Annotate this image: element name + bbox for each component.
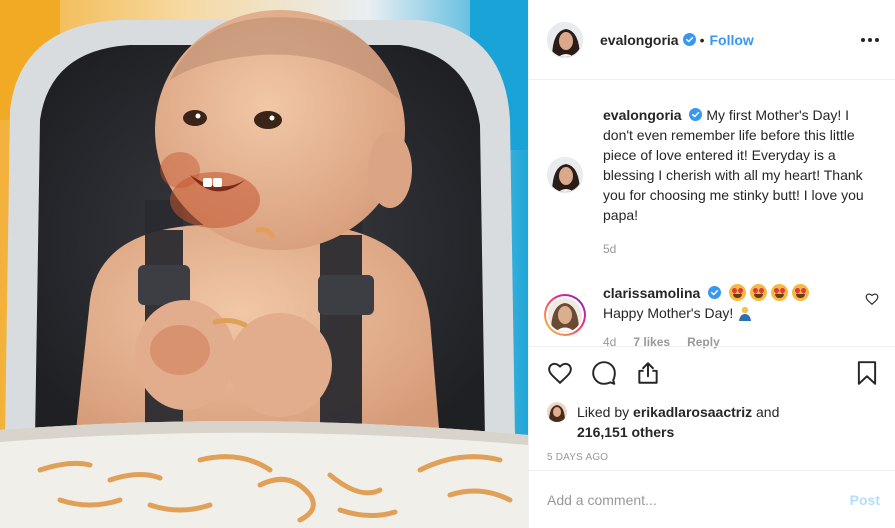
comments-section: evalongoria My first Mother's Day! I don… [529, 80, 895, 349]
add-comment-bar: Post [529, 470, 895, 528]
post-photo[interactable] [0, 0, 528, 528]
post-date[interactable]: 5 DAYS AGO [547, 452, 880, 463]
commenter-story-ring[interactable] [544, 294, 586, 336]
likes-summary: Liked by erikadlarosaactriz and [547, 402, 880, 422]
caption-username[interactable]: evalongoria [603, 107, 682, 123]
bookmark-icon[interactable] [854, 360, 880, 386]
more-options-icon[interactable] [861, 32, 879, 48]
commenter-avatar [548, 298, 582, 332]
post-header: evalongoria • Follow [529, 0, 895, 80]
heart-eyes-emoji [771, 284, 789, 301]
follow-button[interactable]: Follow [710, 32, 754, 48]
post-comment-button[interactable]: Post [850, 492, 880, 508]
action-icons-row [547, 358, 880, 388]
instagram-post: evalongoria • Follow evalongoria My firs… [0, 0, 895, 528]
author-username[interactable]: evalongoria [600, 32, 679, 48]
share-icon[interactable] [635, 360, 661, 386]
liker-avatar[interactable] [547, 402, 567, 422]
comment-input[interactable] [547, 491, 850, 508]
post-actions: Liked by erikadlarosaactriz and 216,151 … [529, 346, 895, 463]
author-avatar[interactable] [547, 21, 583, 58]
header-separator: • [699, 31, 705, 48]
verified-badge-icon [708, 286, 722, 299]
likes-count[interactable]: 216,151 others [577, 422, 880, 442]
commenter-username[interactable]: clarissamolina [603, 285, 700, 301]
caption-comment: evalongoria My first Mother's Day! I don… [547, 105, 879, 259]
post-side-panel: evalongoria • Follow evalongoria My firs… [528, 0, 895, 528]
baby-in-highchair-image [0, 0, 528, 528]
heart-eyes-emoji [750, 284, 768, 301]
liker-username[interactable]: erikadlarosaactriz [633, 404, 752, 420]
comment-text: clarissamolina Happy Mother's Day! [603, 283, 813, 323]
liked-by-prefix: Liked by [577, 404, 634, 420]
heart-eyes-emoji [792, 284, 810, 301]
heart-icon[interactable] [547, 360, 573, 386]
comment-icon[interactable] [591, 360, 617, 386]
comment-item: clarissamolina Happy Mother's Day! 4d 7 … [544, 283, 879, 352]
caption-timestamp[interactable]: 5d [603, 239, 616, 259]
comment-like-heart-icon[interactable] [865, 292, 879, 306]
caption-text: evalongoria My first Mother's Day! I don… [603, 105, 879, 225]
caption-author-avatar[interactable] [547, 157, 583, 193]
verified-badge-icon [689, 108, 703, 121]
comment-body: Happy Mother's Day! [603, 305, 734, 321]
verified-badge-icon [682, 33, 696, 46]
liked-by-conjunction: and [752, 404, 780, 420]
heart-eyes-emoji [729, 284, 747, 301]
caption-body: My first Mother's Day! I don't even reme… [603, 107, 864, 223]
praying-person-emoji [739, 306, 752, 321]
